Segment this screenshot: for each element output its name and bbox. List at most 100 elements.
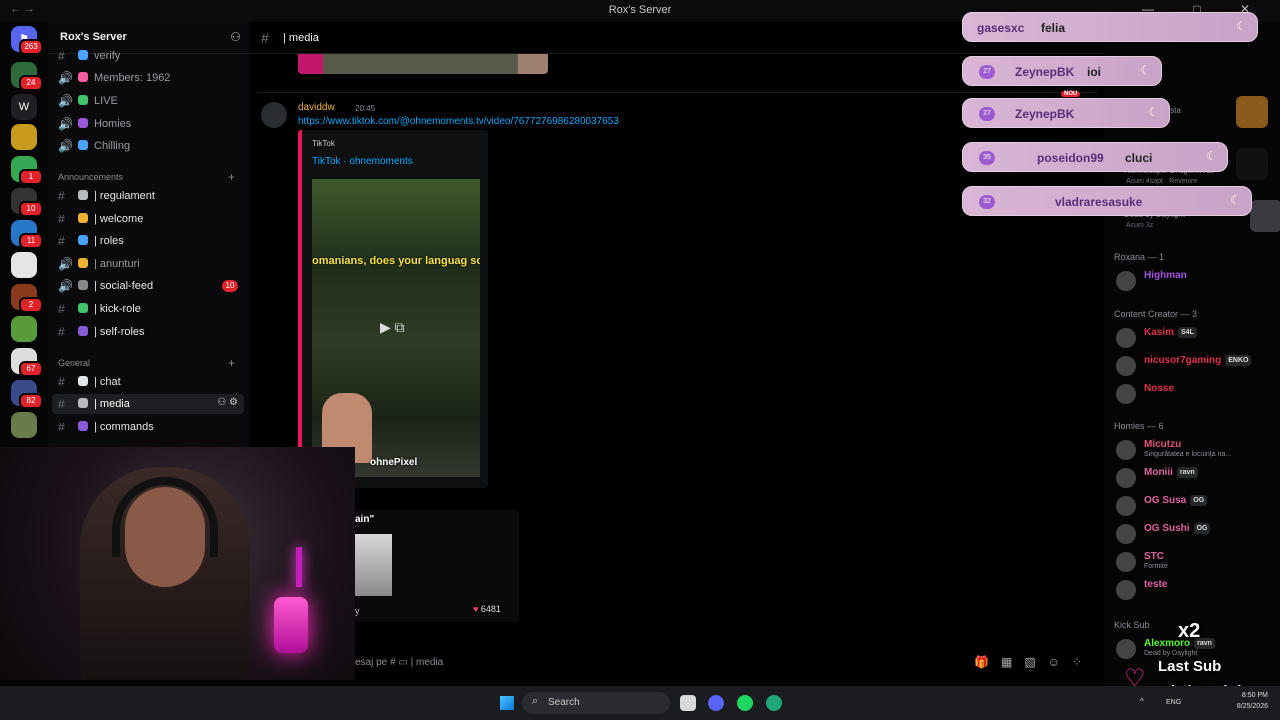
category-general[interactable]: General +: [58, 356, 235, 370]
channel-hash-icon: #: [58, 189, 65, 203]
channel-label: | welcome: [94, 213, 144, 225]
server-icon[interactable]: [11, 412, 37, 438]
avatar[interactable]: [1116, 271, 1136, 291]
channel-ann-4[interactable]: 🔊 | social-feed 10: [52, 276, 244, 296]
avatar[interactable]: [1116, 524, 1136, 544]
discord-icon[interactable]: [708, 695, 724, 711]
member-row[interactable]: Nosse: [1114, 381, 1278, 407]
partial-sender: y: [355, 606, 360, 616]
member-row[interactable]: Moniii ravn: [1114, 465, 1278, 491]
server-icon[interactable]: 1: [11, 156, 43, 185]
avatar[interactable]: [1116, 496, 1136, 516]
server-icon[interactable]: [11, 252, 37, 278]
member-row[interactable]: Highman: [1114, 268, 1278, 294]
member-row[interactable]: OG Sushi OG: [1114, 521, 1278, 547]
partial-quote: ain": [355, 514, 375, 525]
video-preview[interactable]: omanians, does your languag sound italia…: [312, 179, 480, 477]
avatar[interactable]: [261, 102, 287, 128]
clock-time: 8:50 PM: [1241, 692, 1268, 699]
channel-top-2[interactable]: 🔊 LIVE: [52, 91, 244, 111]
server-icon[interactable]: 10: [11, 188, 43, 217]
avatar[interactable]: [1116, 468, 1136, 488]
message-author[interactable]: daviddw: [298, 102, 335, 113]
activity-thumbnail[interactable]: [1250, 200, 1280, 232]
server-icon[interactable]: ⚑263: [11, 26, 43, 55]
message-link[interactable]: https://www.tiktok.com/@ohnemoments.tv/v…: [298, 116, 619, 127]
member-group-header: Roxana — 1: [1114, 252, 1165, 262]
server-name[interactable]: Rox's Server: [60, 31, 127, 43]
chat-username: ZeynepBK: [1015, 107, 1075, 121]
channel-hash-icon: #: [58, 397, 65, 411]
create-channel-icon[interactable]: +: [228, 356, 235, 370]
edge-icon[interactable]: [766, 695, 782, 711]
activity-thumbnail[interactable]: [1236, 148, 1268, 180]
server-icon[interactable]: 82: [11, 380, 43, 409]
channel-emoji-icon: [78, 235, 88, 245]
clock[interactable]: 8:50 PM 8/25/2026: [1228, 690, 1268, 712]
member-row[interactable]: Kasim S4L: [1114, 325, 1278, 351]
member-row[interactable]: teste: [1114, 577, 1278, 603]
member-row[interactable]: nicusor7gaming ENKO: [1114, 353, 1278, 379]
avatar[interactable]: [1116, 384, 1136, 404]
composer-tools[interactable]: 🎁▦▧☺⁘: [974, 655, 1094, 669]
channel-ann-0[interactable]: # | regulament: [52, 186, 244, 206]
level-badge: 35: [979, 151, 995, 165]
embed-thumbnail[interactable]: [355, 534, 392, 596]
category-announcements[interactable]: Announcements +: [58, 170, 235, 184]
server-icon[interactable]: W: [11, 94, 37, 120]
server-icon[interactable]: 24: [11, 62, 43, 91]
channel-gen-2[interactable]: # | commands: [52, 417, 244, 437]
server-icon[interactable]: 2: [11, 284, 43, 313]
lamp: [296, 547, 302, 587]
language-indicator[interactable]: ENG: [1166, 699, 1181, 706]
avatar[interactable]: [1116, 440, 1136, 460]
channel-settings-icon[interactable]: ⚇ ⚙: [217, 397, 238, 408]
channel-ann-5[interactable]: # | kick-role: [52, 299, 244, 319]
composer-placeholder[interactable]: esaj pe # ▭ | media: [355, 657, 443, 668]
server-icon[interactable]: [11, 316, 37, 342]
start-button[interactable]: [500, 696, 514, 710]
voice-channel-icon: 🔊: [58, 94, 73, 108]
avatar[interactable]: [1116, 328, 1136, 348]
sub-multiplier: x2: [1178, 620, 1201, 642]
channel-gen-1[interactable]: # | media ⚇ ⚙: [52, 394, 244, 414]
avatar[interactable]: [1116, 552, 1136, 572]
member-tag: OG: [1190, 495, 1208, 506]
taskbar-search[interactable]: ⌕ Search: [522, 692, 670, 714]
member-row[interactable]: OG Susa OG: [1114, 493, 1278, 519]
channel-top-1[interactable]: 🔊 Members: 1962: [52, 68, 244, 88]
embed-title[interactable]: TikTok · ohnemoments: [312, 156, 413, 167]
channel-ann-1[interactable]: # | welcome: [52, 209, 244, 229]
channel-top-0[interactable]: # verify: [52, 46, 244, 66]
tray-icons[interactable]: ^: [1140, 697, 1150, 706]
spotify-icon[interactable]: [737, 695, 753, 711]
channel-ann-3[interactable]: 🔊 | anunturi: [52, 254, 244, 274]
channel-gen-0[interactable]: # | chat: [52, 372, 244, 392]
avatar[interactable]: [1116, 356, 1136, 376]
channel-top-3[interactable]: 🔊 Homies: [52, 114, 244, 134]
channel-label: | roles: [94, 235, 124, 247]
member-name-text: Kasim: [1144, 327, 1175, 338]
embed-provider: TikTok: [312, 139, 335, 148]
channel-ann-2[interactable]: # | roles: [52, 231, 244, 251]
channel-top-4[interactable]: 🔊 Chilling: [52, 136, 244, 156]
activity-thumbnail[interactable]: [1236, 96, 1268, 128]
channel-label: | commands: [94, 421, 154, 433]
member-row[interactable]: Micutzu Singurătatea e locuința na...: [1114, 437, 1278, 463]
avatar[interactable]: [1116, 580, 1136, 600]
server-icon[interactable]: [11, 124, 37, 150]
channel-label: | anunturi: [94, 258, 140, 270]
member-row[interactable]: STC Fortnite: [1114, 549, 1278, 575]
message-composer[interactable]: esaj pe # ▭ | media 🎁▦▧☺⁘: [355, 650, 1104, 676]
activity-subtitle: Acum 3z: [1126, 222, 1154, 229]
server-icon[interactable]: 67: [11, 348, 43, 377]
previous-image-attachment[interactable]: [298, 54, 548, 74]
play-icon[interactable]: ▶ ⧉: [380, 319, 405, 336]
channel-ann-6[interactable]: # | self-roles: [52, 322, 244, 342]
new-badge: NOU: [1061, 91, 1081, 97]
create-channel-icon[interactable]: +: [228, 170, 235, 184]
channel-label: | social-feed: [94, 280, 154, 292]
file-explorer-icon[interactable]: [680, 695, 696, 711]
invite-icon[interactable]: ⚇: [230, 30, 241, 44]
server-icon[interactable]: 11: [11, 220, 43, 249]
